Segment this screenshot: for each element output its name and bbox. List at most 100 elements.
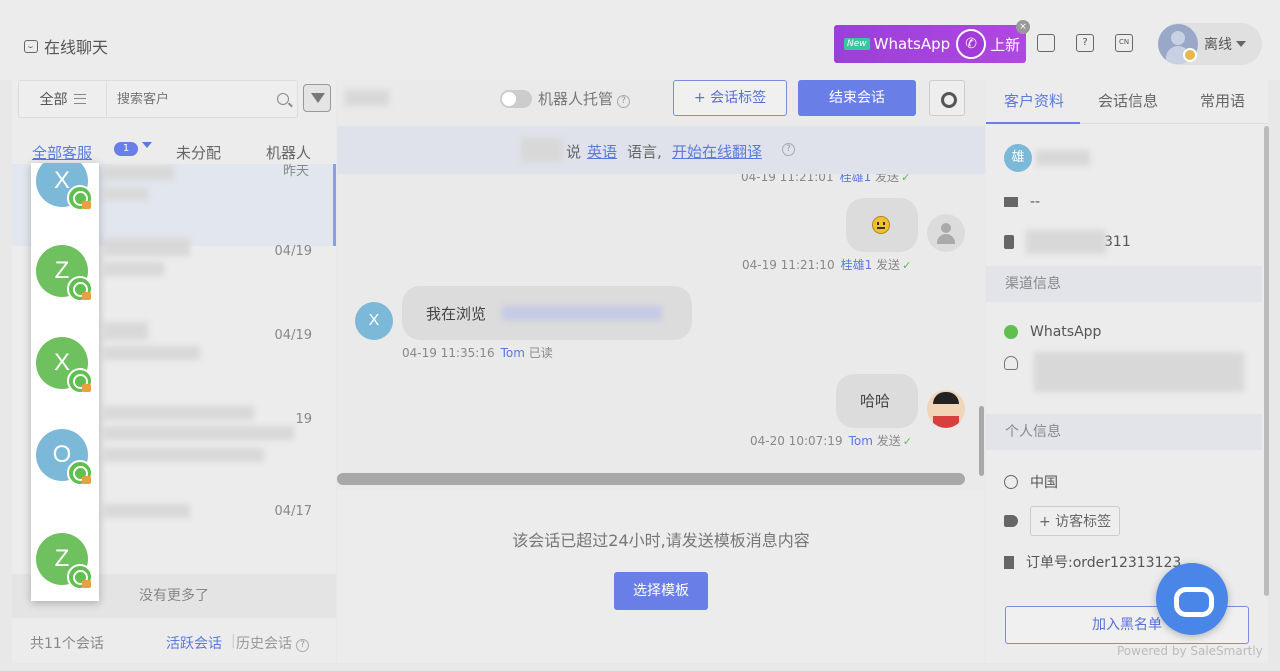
message-text: 我在浏览 [426,305,487,323]
customer-message-bubble: 我在浏览 [402,286,692,340]
channel-name: WhatsApp [1030,324,1102,340]
channel-section-title: 渠道信息 [986,266,1262,302]
customer-avatar: 雄 [1004,144,1032,172]
help-icon: ? [296,639,309,652]
end-conversation-button[interactable]: 结束会话 [798,80,916,116]
app-title-text: 在线聊天 [44,38,109,57]
message-meta: 04-20 10:07:19 Tom 发送 ✓ [750,432,912,449]
robot-label-text: 机器人托管 [538,90,614,108]
message-status: 发送 [876,434,901,448]
search-icon[interactable] [277,93,289,105]
check-icon: ✓ [902,259,912,272]
message-meta: 04-19 11:21:01 桂雄1 发送 ✓ [741,174,910,185]
tab-unassigned[interactable]: 未分配 [176,142,221,163]
start-translation-link[interactable]: 开始在线翻译 [672,141,762,162]
phone-redacted [1026,230,1106,254]
conversation-count: 共11个会话 [30,636,104,652]
customer-profile-panel: 客户资料 会话信息 常用语 雄 -- 311 渠道信息 WhatsApp 个人信… [986,80,1269,663]
customer-email: -- [1030,194,1041,210]
tab-conversation-info[interactable]: 会话信息 [1098,90,1158,111]
divider: | [231,633,236,649]
chevron-down-icon[interactable] [142,142,152,148]
banner-close-icon[interactable]: × [1016,20,1030,34]
horizontal-scrollbar[interactable] [337,473,965,485]
whatsapp-new-banner[interactable]: New WhatsApp ✆ 上新 [834,25,1026,63]
message-meta: 04-19 11:35:16 Tom 已读 [402,344,553,361]
vertical-scrollbar[interactable] [1264,126,1269,596]
tag-icon [1004,515,1018,527]
whatsapp-icon [67,564,93,590]
language-icon[interactable]: CN [1115,34,1133,52]
robot-toggle[interactable] [500,90,532,108]
check-icon: ✓ [902,435,912,448]
gear-icon[interactable] [929,80,965,116]
account-row [1004,356,1018,370]
translate-says: 说 [566,143,582,161]
message-meta: 04-19 11:21:10 桂雄1 发送 ✓ [742,256,911,273]
help-icon[interactable]: ? [617,95,631,108]
active-conversations-link[interactable]: 活跃会话 [166,633,222,653]
message-time: 04-19 11:35:16 [402,346,495,360]
conversation-time: 04/19 [274,328,312,343]
chat-panel: 机器人托管? + 会话标签 结束会话 说 英语 语言, 开始在线翻译 ? 04-… [337,80,985,663]
bookmark-icon [1004,555,1014,569]
phone-suffix: 311 [1104,234,1131,250]
email-row: -- [1004,194,1040,210]
chat-header: 机器人托管? + 会话标签 结束会话 [337,80,985,126]
status-dot-icon [1183,48,1197,62]
chat-icon [24,39,38,53]
message-time: 04-19 11:21:01 [741,174,834,184]
message-sender: 桂雄1 [839,174,872,184]
support-chat-icon[interactable] [1156,563,1228,635]
chevron-down-icon [1236,41,1246,47]
whatsapp-icon [67,185,93,211]
tab-all-agents[interactable]: 全部客服 [32,142,92,163]
detected-language-link[interactable]: 英语 [587,141,617,162]
filter-funnel-button[interactable] [303,84,331,112]
avatar-column: X Z X O Z [31,163,99,601]
conversation-time: 昨天 [282,164,309,179]
smile-emoji-icon [872,216,890,234]
filter-all-dropdown[interactable]: 全部 [19,81,107,117]
app-title: 在线聊天 [24,34,108,58]
message-sender: Tom [848,434,873,448]
user-menu[interactable]: 离线 [1158,23,1262,65]
order-number: 订单号:order12313123 [1026,555,1182,571]
tab-customer-profile[interactable]: 客户资料 [1004,90,1064,111]
message-time: 04-20 10:07:19 [750,434,843,448]
message-status: 发送 [875,174,900,184]
new-tag: New [844,38,870,50]
whatsapp-icon: ✆ [956,29,987,59]
mail-icon [1004,197,1018,207]
message-status: 已读 [528,346,553,360]
agent-avatar [927,390,965,428]
agent-message-bubble [846,198,918,252]
select-template-button[interactable]: 选择模板 [614,572,708,610]
conversation-time: 04/19 [274,244,312,259]
whatsapp-icon [67,276,93,302]
country-row: 中国 [1004,472,1058,492]
conversation-time: 04/17 [274,504,312,519]
powered-by: Powered by SaleSmartly [1117,644,1263,658]
message-sender: Tom [500,346,525,360]
user-status: 离线 [1204,37,1232,53]
composer: 该会话已超过24小时,请发送模板消息内容 选择模板 [337,490,985,663]
whatsapp-icon [67,368,93,394]
devices-icon[interactable] [1037,34,1055,52]
add-visitor-tag-button[interactable]: + 访客标签 [1030,506,1121,536]
history-conversations-link[interactable]: 历史会话? [236,633,309,653]
check-icon: ✓ [901,174,911,184]
help-icon[interactable]: ? [1076,34,1094,52]
person-icon [1004,356,1018,370]
message-text: 哈哈 [860,392,891,410]
vertical-scrollbar[interactable] [979,406,984,476]
search-input[interactable] [117,91,267,107]
top-bar: 在线聊天 New WhatsApp ✆ 上新 × ? CN 离线 [0,0,1280,80]
globe-icon [1004,475,1018,489]
tab-quick-phrases[interactable]: 常用语 [1200,90,1245,111]
help-icon[interactable]: ? [782,143,795,156]
add-conversation-tag-button[interactable]: + 会话标签 [673,80,787,116]
tab-indicator [986,122,1080,124]
sidebar-footer: 共11个会话 活跃会话 | 历史会话? [12,623,336,663]
whatsapp-icon [1004,325,1018,339]
